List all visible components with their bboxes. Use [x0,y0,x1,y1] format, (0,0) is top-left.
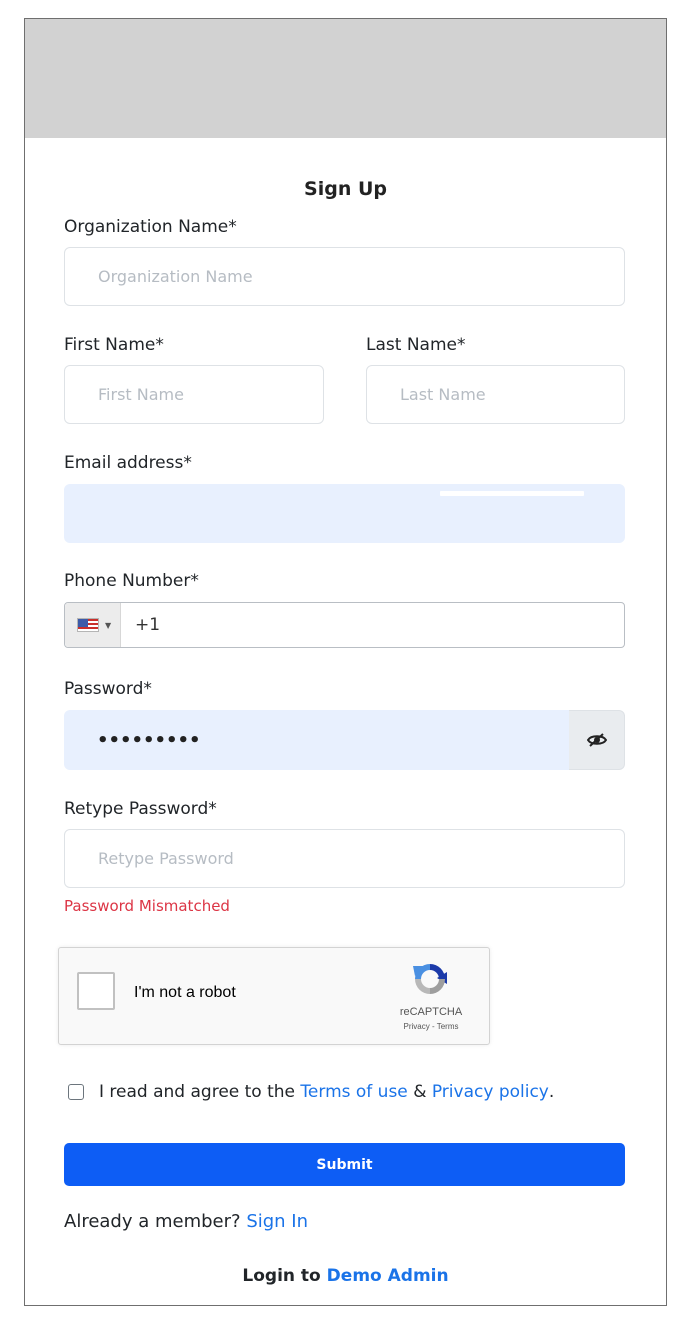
recaptcha-brand: reCAPTCHA [399,1006,463,1018]
password-error-message: Password Mismatched [64,897,230,915]
already-member-row: Already a member? Sign In [64,1211,308,1232]
terms-of-use-link[interactable]: Terms of use [300,1082,407,1102]
first-name-placeholder: First Name [98,385,184,404]
organization-placeholder: Organization Name [98,267,253,286]
recaptcha-logo-icon [413,964,447,994]
last-name-input[interactable]: Last Name [366,365,625,424]
demo-admin-link[interactable]: Demo Admin [327,1266,449,1286]
first-name-input[interactable]: First Name [64,365,324,424]
password-visibility-toggle[interactable] [569,710,625,770]
organization-label: Organization Name* [64,217,237,237]
terms-ampersand: & [413,1082,427,1102]
recaptcha-checkbox[interactable] [77,972,115,1010]
top-banner [25,19,666,138]
email-redacted-value [440,491,584,496]
retype-password-placeholder: Retype Password [98,849,234,868]
retype-password-label: Retype Password* [64,799,217,819]
login-demo-row: Login to Demo Admin [25,1266,666,1286]
submit-button[interactable]: Submit [64,1143,625,1186]
recaptcha-label: I'm not a robot [134,984,236,1001]
last-name-label: Last Name* [366,335,466,355]
last-name-placeholder: Last Name [400,385,486,404]
recaptcha-widget: I'm not a robot reCAPTCHA Privacy - Term… [58,947,490,1045]
privacy-policy-link[interactable]: Privacy policy [432,1082,549,1102]
signup-frame: Sign Up Organization Name* Organization … [24,18,667,1306]
phone-number-input[interactable]: +1 [121,615,160,635]
terms-row: I read and agree to the Terms of use & P… [68,1082,554,1102]
password-label: Password* [64,679,152,699]
terms-checkbox[interactable] [68,1084,84,1100]
email-label: Email address* [64,453,192,473]
us-flag-icon [77,618,99,632]
login-prefix: Login to [242,1266,321,1286]
sign-in-link[interactable]: Sign In [246,1211,308,1232]
password-value: ••••••••• [97,729,201,751]
caret-down-icon: ▼ [105,620,112,630]
eye-slash-icon [586,733,607,747]
terms-prefix: I read and agree to the [99,1082,296,1102]
first-name-label: First Name* [64,335,164,355]
recaptcha-links[interactable]: Privacy - Terms [389,1022,473,1031]
organization-input[interactable]: Organization Name [64,247,625,306]
terms-suffix: . [548,1082,555,1102]
phone-label: Phone Number* [64,571,199,591]
email-input[interactable] [64,484,625,543]
country-selector[interactable]: ▼ [65,603,121,647]
already-member-text: Already a member? [64,1211,241,1232]
page-title: Sign Up [304,178,387,200]
phone-input-group: ▼ +1 [64,602,625,648]
password-input[interactable]: ••••••••• [64,710,569,770]
retype-password-input[interactable]: Retype Password [64,829,625,888]
